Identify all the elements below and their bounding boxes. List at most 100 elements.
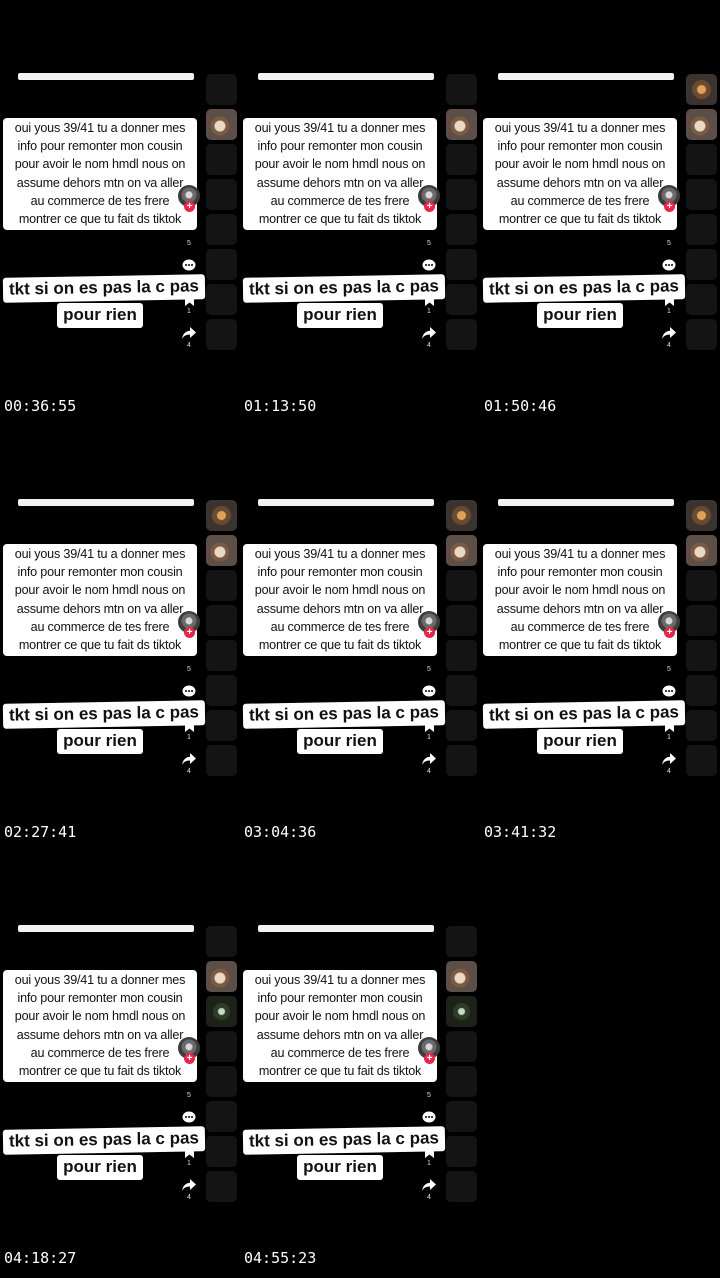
empty-tile[interactable] xyxy=(446,605,477,636)
empty-tile[interactable] xyxy=(206,570,237,601)
comment-icon[interactable] xyxy=(661,259,677,272)
empty-tile[interactable] xyxy=(686,319,717,350)
empty-tile[interactable] xyxy=(446,284,477,315)
empty-tile[interactable] xyxy=(446,1066,477,1097)
share-icon[interactable] xyxy=(181,327,197,339)
thumbnail-tile[interactable] xyxy=(446,535,477,566)
empty-tile[interactable] xyxy=(206,926,237,957)
follow-plus-icon[interactable]: + xyxy=(424,201,435,212)
empty-tile[interactable] xyxy=(206,605,237,636)
caption-line: au commerce de tes frere xyxy=(30,619,170,634)
empty-tile[interactable] xyxy=(206,1136,237,1167)
empty-tile[interactable] xyxy=(446,570,477,601)
empty-tile[interactable] xyxy=(206,1066,237,1097)
share-icon[interactable] xyxy=(661,753,677,765)
follow-plus-icon[interactable]: + xyxy=(424,627,435,638)
empty-tile[interactable] xyxy=(686,144,717,175)
thumbnail-tile[interactable] xyxy=(686,535,717,566)
empty-tile[interactable] xyxy=(446,319,477,350)
video-frame[interactable]: oui yous 39/41 tu a donner mes info pour… xyxy=(0,0,240,426)
empty-tile[interactable] xyxy=(446,640,477,671)
thumbnail-tile[interactable] xyxy=(686,109,717,140)
empty-tile[interactable] xyxy=(446,1136,477,1167)
empty-tile[interactable] xyxy=(446,144,477,175)
empty-tile[interactable] xyxy=(206,179,237,210)
empty-tile[interactable] xyxy=(686,214,717,245)
empty-tile[interactable] xyxy=(206,284,237,315)
follow-plus-icon[interactable]: + xyxy=(184,201,195,212)
thumbnail-tile[interactable] xyxy=(686,500,717,531)
empty-tile[interactable] xyxy=(446,1171,477,1202)
empty-tile[interactable] xyxy=(206,214,237,245)
empty-tile[interactable] xyxy=(686,249,717,280)
empty-tile[interactable] xyxy=(446,1101,477,1132)
share-icon[interactable] xyxy=(421,327,437,339)
empty-tile[interactable] xyxy=(206,1171,237,1202)
thumbnail-tile[interactable] xyxy=(446,996,477,1027)
empty-tile[interactable] xyxy=(206,144,237,175)
video-frame[interactable]: oui yous 39/41 tu a donner mes info pour… xyxy=(0,426,240,852)
video-frame[interactable]: oui yous 39/41 tu a donner mes info pour… xyxy=(480,0,720,426)
empty-tile[interactable] xyxy=(686,179,717,210)
empty-tile[interactable] xyxy=(446,1031,477,1062)
empty-tile[interactable] xyxy=(446,179,477,210)
share-icon[interactable] xyxy=(421,753,437,765)
comment-icon[interactable] xyxy=(181,1111,197,1124)
thumbnail-tile[interactable] xyxy=(446,961,477,992)
video-frame[interactable]: oui yous 39/41 tu a donner mes info pour… xyxy=(240,852,480,1278)
video-frame[interactable]: oui yous 39/41 tu a donner mes info pour… xyxy=(240,426,480,852)
empty-tile[interactable] xyxy=(686,284,717,315)
thumbnail-tile[interactable] xyxy=(686,74,717,105)
empty-tile[interactable] xyxy=(446,710,477,741)
follow-plus-icon[interactable]: + xyxy=(664,627,675,638)
empty-tile[interactable] xyxy=(686,710,717,741)
follow-plus-icon[interactable]: + xyxy=(424,1053,435,1064)
follow-plus-icon[interactable]: + xyxy=(184,627,195,638)
caption-box: oui yous 39/41 tu a donner mes info pour… xyxy=(243,544,437,656)
empty-tile[interactable] xyxy=(206,710,237,741)
thumbnail-tile[interactable] xyxy=(446,109,477,140)
empty-tile[interactable] xyxy=(686,675,717,706)
empty-tile[interactable] xyxy=(206,745,237,776)
thumbnail-tile[interactable] xyxy=(446,500,477,531)
video-frame[interactable]: oui yous 39/41 tu a donner mes info pour… xyxy=(0,852,240,1278)
comment-icon[interactable] xyxy=(421,259,437,272)
share-icon[interactable] xyxy=(181,1179,197,1191)
share-icon[interactable] xyxy=(181,753,197,765)
comment-icon[interactable] xyxy=(181,259,197,272)
share-icon[interactable] xyxy=(421,1179,437,1191)
empty-tile[interactable] xyxy=(446,249,477,280)
empty-tile[interactable] xyxy=(206,249,237,280)
empty-tile[interactable] xyxy=(446,214,477,245)
share-count: 4 xyxy=(667,768,671,775)
empty-tile[interactable] xyxy=(686,640,717,671)
empty-tile[interactable] xyxy=(206,1031,237,1062)
empty-tile[interactable] xyxy=(446,675,477,706)
empty-tile[interactable] xyxy=(206,1101,237,1132)
video-frame[interactable]: oui yous 39/41 tu a donner mes info pour… xyxy=(240,0,480,426)
follow-plus-icon[interactable]: + xyxy=(184,1053,195,1064)
share-icon[interactable] xyxy=(661,327,677,339)
comment-icon[interactable] xyxy=(421,1111,437,1124)
empty-tile[interactable] xyxy=(206,74,237,105)
thumbnail-tile[interactable] xyxy=(206,500,237,531)
empty-tile[interactable] xyxy=(446,74,477,105)
empty-tile[interactable] xyxy=(206,640,237,671)
thumbnail-tile[interactable] xyxy=(206,961,237,992)
caption-line: assume dehors mtn on va aller xyxy=(256,601,424,616)
thumbnail-tile[interactable] xyxy=(206,535,237,566)
thumbnail-tile[interactable] xyxy=(206,996,237,1027)
thumbnail-tile[interactable] xyxy=(206,109,237,140)
video-frame[interactable]: oui yous 39/41 tu a donner mes info pour… xyxy=(480,426,720,852)
empty-tile[interactable] xyxy=(686,745,717,776)
comment-icon[interactable] xyxy=(181,685,197,698)
follow-plus-icon[interactable]: + xyxy=(664,201,675,212)
empty-tile[interactable] xyxy=(206,319,237,350)
comment-icon[interactable] xyxy=(421,685,437,698)
empty-tile[interactable] xyxy=(206,675,237,706)
comment-icon[interactable] xyxy=(661,685,677,698)
empty-tile[interactable] xyxy=(446,926,477,957)
empty-tile[interactable] xyxy=(446,745,477,776)
empty-tile[interactable] xyxy=(686,605,717,636)
empty-tile[interactable] xyxy=(686,570,717,601)
